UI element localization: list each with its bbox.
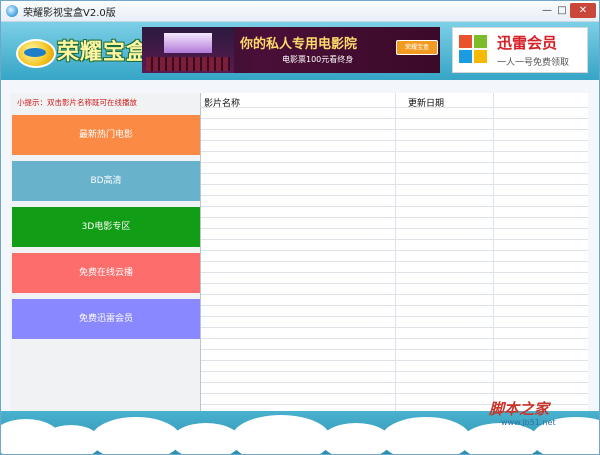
minimize-button[interactable]: — — [539, 3, 555, 18]
windows-logo-icon — [459, 35, 489, 65]
watermark-url: www.jb51.net — [501, 418, 556, 427]
banner-subtext: 电影票100元看终身 — [282, 55, 354, 64]
header: 荣耀宝盒 你的私人专用电影院 电影票100元看终身 荣耀宝盒 迅雷会员 一人一号… — [1, 22, 599, 80]
maximize-button[interactable]: □ — [555, 3, 569, 18]
cinema-image — [142, 27, 234, 73]
category-free-cloud-play[interactable]: 免费在线云播 — [12, 253, 200, 293]
xunlei-vip-banner[interactable]: 迅雷会员 一人一号免费领取 — [452, 27, 588, 73]
watermark-text: 脚本之家 — [489, 400, 550, 418]
category-3d-movies[interactable]: 3D电影专区 — [12, 207, 200, 247]
category-latest-movies[interactable]: 最新热门电影 — [12, 115, 200, 155]
logo-icon — [16, 39, 56, 68]
banner-button[interactable]: 荣耀宝盒 — [396, 40, 438, 55]
grid-column-line — [493, 93, 494, 411]
app-icon — [6, 5, 18, 17]
category-free-xunlei-vip[interactable]: 免费迅雷会员 — [12, 299, 200, 339]
title-bar[interactable]: 荣耀影视宝盒V2.0版 — □ ✕ — [1, 1, 599, 22]
banner2-subtext: 一人一号免费领取 — [497, 58, 570, 68]
banner-headline: 你的私人专用电影院 — [240, 37, 358, 52]
app-logo-text: 荣耀宝盒 — [57, 40, 150, 65]
banner2-title: 迅雷会员 — [497, 34, 558, 52]
app-window: 荣耀影视宝盒V2.0版 — □ ✕ 荣耀宝盒 你的私人专用电影院 电影票100元… — [0, 0, 600, 455]
hint-text: 小提示：双击影片名称既可在线播放 — [17, 98, 137, 107]
cinema-ad-banner[interactable]: 你的私人专用电影院 电影票100元看终身 荣耀宝盒 — [142, 27, 440, 73]
category-sidebar: 小提示：双击影片名称既可在线播放 最新热门电影 BD高清 3D电影专区 免费在线… — [10, 93, 200, 411]
window-title: 荣耀影视宝盒V2.0版 — [23, 8, 116, 19]
grid-column-line — [395, 93, 396, 411]
category-bd-hd[interactable]: BD高清 — [12, 161, 200, 201]
close-button[interactable]: ✕ — [570, 3, 596, 18]
movie-list-table[interactable]: 影片名称 更新日期 — [200, 93, 588, 411]
